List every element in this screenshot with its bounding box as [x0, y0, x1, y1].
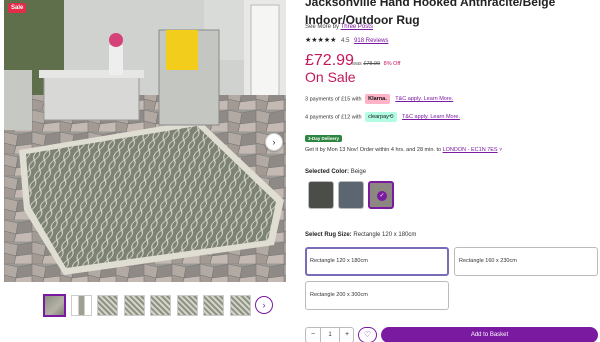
selected-size-heading: Select Rug Size:: [305, 232, 352, 238]
selected-size-label: Select Rug Size: Rectangle 120 x 180cm: [305, 232, 416, 238]
product-title-line1: Jacksonville Hand Hooked Anthracite/Beig…: [305, 0, 556, 9]
see-more-prefix: See More by: [305, 24, 340, 30]
current-price: £72.99: [305, 52, 354, 69]
brand-link[interactable]: Three Posts: [341, 24, 373, 30]
reviews-link[interactable]: 918 Reviews: [354, 38, 388, 44]
klarna-logo: Klarna.: [365, 94, 390, 104]
clearpay-logo: clearpay⟲: [365, 112, 397, 122]
thumbnail-6[interactable]: [176, 295, 198, 316]
thumbnail-7[interactable]: [203, 295, 224, 316]
color-swatch-blue-grey[interactable]: [338, 181, 364, 209]
next-image-button[interactable]: ›: [265, 133, 283, 151]
selected-color-label: Selected Color: Beige: [305, 169, 366, 175]
size-option-120x180[interactable]: Rectangle 120 x 180cm: [305, 247, 449, 276]
clearpay-payment-row: 4 payments of £12 with clearpay⟲ T&C app…: [305, 112, 460, 123]
delivery-location-link[interactable]: LONDON - EC1N 7ES: [443, 147, 498, 153]
delivery-estimate-text: Get it by Mon 13 Nov! Order within 4 hrs…: [305, 147, 442, 153]
klarna-payment-text: 3 payments of £15 with: [305, 96, 362, 103]
thumbnail-3[interactable]: [97, 295, 118, 316]
star-rating-icon: ★★★★★: [305, 37, 337, 44]
quantity-decrease-button[interactable]: −: [306, 328, 321, 342]
clearpay-learn-more-link[interactable]: T&C apply. Learn More.: [402, 114, 460, 120]
quantity-stepper: − 1 +: [305, 327, 354, 342]
sale-badge: Sale: [8, 3, 27, 13]
heart-icon[interactable]: ♡: [358, 327, 377, 342]
rating-row: ★★★★★ 4.5 918 Reviews: [305, 36, 388, 44]
add-to-basket-button[interactable]: Add to Basket: [381, 327, 598, 342]
thumbnail-5[interactable]: [150, 295, 171, 316]
was-price: £78.99: [363, 61, 381, 67]
rating-value: 4.5: [341, 38, 350, 44]
patio-rug-photo: [4, 0, 286, 282]
thumbnail-1[interactable]: [44, 295, 65, 316]
color-swatch-beige[interactable]: ✓: [368, 181, 394, 209]
chevron-down-icon[interactable]: ˅: [499, 147, 502, 153]
selected-size-value: Rectangle 120 x 180cm: [353, 232, 417, 238]
klarna-learn-more-link[interactable]: T&C apply. Learn More.: [395, 96, 453, 102]
size-option-160x230[interactable]: Rectangle 160 x 230cm: [454, 247, 598, 276]
thumbnails-next-button[interactable]: ›: [255, 296, 273, 314]
was-price-row: was £78.99 8% Off: [352, 61, 400, 67]
see-more-brand: See More by Three Posts: [305, 24, 373, 30]
product-main-image[interactable]: Sale ›: [4, 0, 286, 282]
discount-percent: 8% Off: [383, 61, 401, 67]
clearpay-payment-text: 4 payments of £12 with: [305, 114, 362, 121]
thumbnail-2[interactable]: [70, 295, 92, 316]
selected-color-heading: Selected Color:: [305, 169, 350, 175]
color-swatch-anthracite[interactable]: [308, 181, 334, 209]
size-option-200x300[interactable]: Rectangle 200 x 300cm: [305, 281, 449, 310]
delivery-badge: 3-Day Delivery: [305, 135, 343, 142]
quantity-value[interactable]: 1: [321, 328, 339, 342]
on-sale-label: On Sale: [305, 69, 356, 85]
thumbnail-4[interactable]: [123, 295, 145, 316]
checkmark-icon: ✓: [377, 191, 387, 201]
delivery-estimate: Get it by Mon 13 Nov! Order within 4 hrs…: [305, 147, 502, 153]
klarna-payment-row: 3 payments of £15 with Klarna. T&C apply…: [305, 94, 453, 105]
thumbnail-8[interactable]: [229, 295, 251, 316]
was-label: was: [352, 61, 362, 67]
selected-color-value: Beige: [350, 169, 367, 175]
quantity-increase-button[interactable]: +: [339, 328, 354, 342]
